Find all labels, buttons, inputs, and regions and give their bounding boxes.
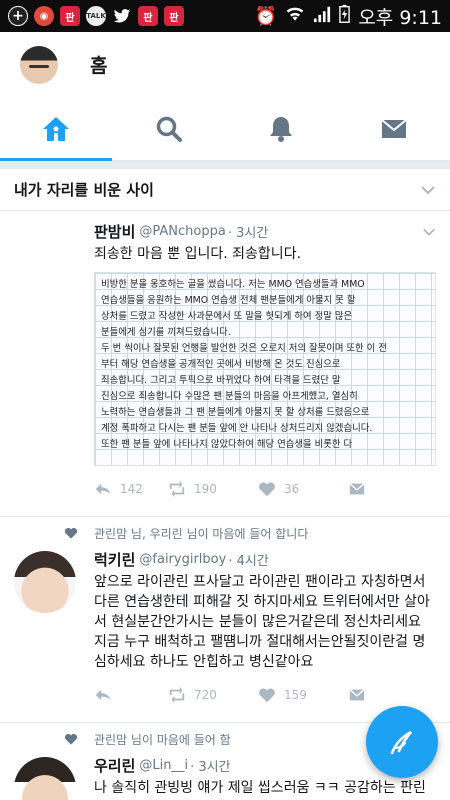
note-line: 두 번 씩이나 잘못된 언행을 발언한 것은 오로지 저의 잘못이며 또한 이 … xyxy=(101,343,387,354)
search-icon xyxy=(156,116,182,142)
tweet-meta: 럭키린 @fairygirlboy · 4시간 xyxy=(94,549,436,570)
while-you-were-away-header[interactable]: 내가 자리를 비운 사이 xyxy=(0,169,450,211)
chevron-down-icon[interactable] xyxy=(420,182,436,198)
reply-button[interactable]: 142 xyxy=(94,480,168,498)
section-title: 내가 자리를 비운 사이 xyxy=(14,181,154,199)
divider xyxy=(0,161,450,169)
tab-search[interactable] xyxy=(113,97,226,160)
display-name[interactable]: 판밤비 xyxy=(94,221,135,242)
home-icon xyxy=(43,116,70,141)
clock: 오후 9:11 xyxy=(358,6,442,29)
like-count: 159 xyxy=(284,688,307,702)
app-header: 홈 xyxy=(0,32,450,97)
battery-icon xyxy=(339,4,351,29)
note-line: 노력하는 연습생들과 그 팬 분들에게 아물지 못 할 상처를 드렸음으로 xyxy=(101,407,370,418)
note-line: 부터 해당 연습생을 공개적인 곳에서 비방해 온 것도 진심으로 xyxy=(101,359,341,370)
status-bar: + ◉ 판 TALK 판 판 ⏰ 오후 9:11 xyxy=(0,0,450,32)
note-line: 또한 팬 분들 앞에 나타나지 않았다하여 해당 연습생을 비롯한 다 xyxy=(101,439,353,450)
reply-icon xyxy=(95,483,111,495)
compose-tweet-button[interactable] xyxy=(366,706,438,778)
talk-icon: TALK xyxy=(86,6,106,26)
alarm-icon: ⏰ xyxy=(254,5,278,27)
bird-icon xyxy=(112,6,132,26)
tweet-text: 나 솔직히 관빙빙 얘가 제일 씹스러움 ㅋㅋ 공감하는 판린애미들 많을거같은… xyxy=(94,780,426,796)
bell-icon xyxy=(270,116,293,142)
retweet-button[interactable]: 190 xyxy=(168,480,258,498)
direct-message-button[interactable] xyxy=(348,480,366,498)
avatar[interactable] xyxy=(14,551,76,613)
timestamp: · 3시간 xyxy=(190,760,231,775)
tweet-actions: 142 190 36 xyxy=(94,472,436,506)
note-line: 비방한 분을 옹호하는 글을 썼습니다. 저는 MMO 연습생들과 MMO xyxy=(101,279,365,290)
target-icon: ◉ xyxy=(34,6,54,26)
tweet-text: 죄송한 마음 뿐 입니다. 죄송합니다. xyxy=(94,246,302,262)
red-app-icon: 판 xyxy=(164,6,184,26)
heart-icon xyxy=(64,527,78,539)
liked-by-text: 관린맘 님, 우리린 님이 마음에 들어 합니다 xyxy=(94,526,309,541)
like-count: 36 xyxy=(284,482,300,496)
social-context: 관린맘 님, 우리린 님이 마음에 들어 합니다 xyxy=(14,523,436,543)
like-button[interactable]: 159 xyxy=(258,686,348,704)
retweet-button[interactable]: 720 xyxy=(168,686,258,704)
retweet-count: 190 xyxy=(194,482,217,496)
tweet-meta: 판밤비 @PANchoppa · 3시간 xyxy=(94,221,436,242)
note-line: 분들에게 심기를 끼쳐드렸습니다. xyxy=(101,327,231,338)
wifi-icon xyxy=(285,4,305,29)
tab-bar xyxy=(0,97,450,161)
reply-icon xyxy=(95,689,111,701)
display-name[interactable]: 럭키린 xyxy=(94,549,135,570)
tweet[interactable]: 판밤비 @PANchoppa · 3시간 죄송한 마음 뿐 입니다. 죄송합니다… xyxy=(0,211,450,517)
profile-avatar[interactable] xyxy=(20,45,58,84)
plus-icon: + xyxy=(8,6,28,26)
liked-by-text: 관린맘 님이 마음에 들어 함 xyxy=(94,732,231,747)
timestamp: · 4시간 xyxy=(228,554,269,569)
tab-home[interactable] xyxy=(0,97,113,160)
heart-icon xyxy=(64,733,78,745)
note-line: 계정 폭파하고 다시는 팬 분들 앞에 안 나타나 상처드리지 않겠습니다. xyxy=(101,423,373,434)
note-line: 상처를 드렸고 작성한 사과문에서 또 말을 헛되게 하여 정말 많은 xyxy=(101,311,353,322)
handle[interactable]: @PANchoppa xyxy=(139,224,225,239)
mail-icon xyxy=(381,118,407,138)
handle[interactable]: @fairygirlboy xyxy=(139,552,226,567)
note-line: 연습생들을 응원하는 MMO 연습생 전체 팬분들에게 아물지 못 할 xyxy=(101,295,356,306)
compose-icon xyxy=(390,730,412,755)
tweet-text: 앞으로 라이관린 프사달고 라이관린 팬이라고 자칭하면서 다른 연습생한테 피… xyxy=(94,574,430,670)
like-button[interactable]: 36 xyxy=(258,480,348,498)
avatar[interactable] xyxy=(14,757,76,800)
retweet-icon xyxy=(169,686,185,704)
attached-image[interactable]: 비방한 분을 옹호하는 글을 썼습니다. 저는 MMO 연습생들과 MMO 연습… xyxy=(94,272,436,466)
tweet[interactable]: 관린맘 님, 우리린 님이 마음에 들어 합니다 럭키린 @fairygirlb… xyxy=(0,517,450,723)
reply-button[interactable] xyxy=(94,686,168,704)
tweet-actions: 720 159 xyxy=(94,678,436,712)
page-title: 홈 xyxy=(90,55,108,77)
mail-icon xyxy=(349,689,365,701)
retweet-count: 720 xyxy=(194,688,217,702)
chevron-down-icon[interactable] xyxy=(422,225,436,239)
tab-notifications[interactable] xyxy=(225,97,338,160)
mail-icon xyxy=(349,483,365,495)
heart-icon xyxy=(259,482,275,497)
note-line: 진심으로 죄송합니다 수많은 팬 분들의 마음을 아프게했고, 열심히 xyxy=(101,391,358,402)
handle[interactable]: @Lin__i xyxy=(139,758,188,773)
reply-count: 142 xyxy=(120,482,143,496)
timestamp: · 3시간 xyxy=(227,226,269,241)
red-app-icon: 판 xyxy=(60,6,80,26)
active-tab-indicator xyxy=(0,158,112,161)
direct-message-button[interactable] xyxy=(348,686,366,704)
tab-messages[interactable] xyxy=(338,97,450,160)
signal-icon xyxy=(313,5,331,28)
note-line: 죄송합니다. 그리고 투픽으로 바뀌었다 하여 타격을 드렸단 말 xyxy=(101,375,341,386)
display-name[interactable]: 우리린 xyxy=(94,755,135,776)
retweet-icon xyxy=(169,480,185,498)
red-app-icon: 판 xyxy=(138,6,158,26)
heart-icon xyxy=(259,688,275,703)
